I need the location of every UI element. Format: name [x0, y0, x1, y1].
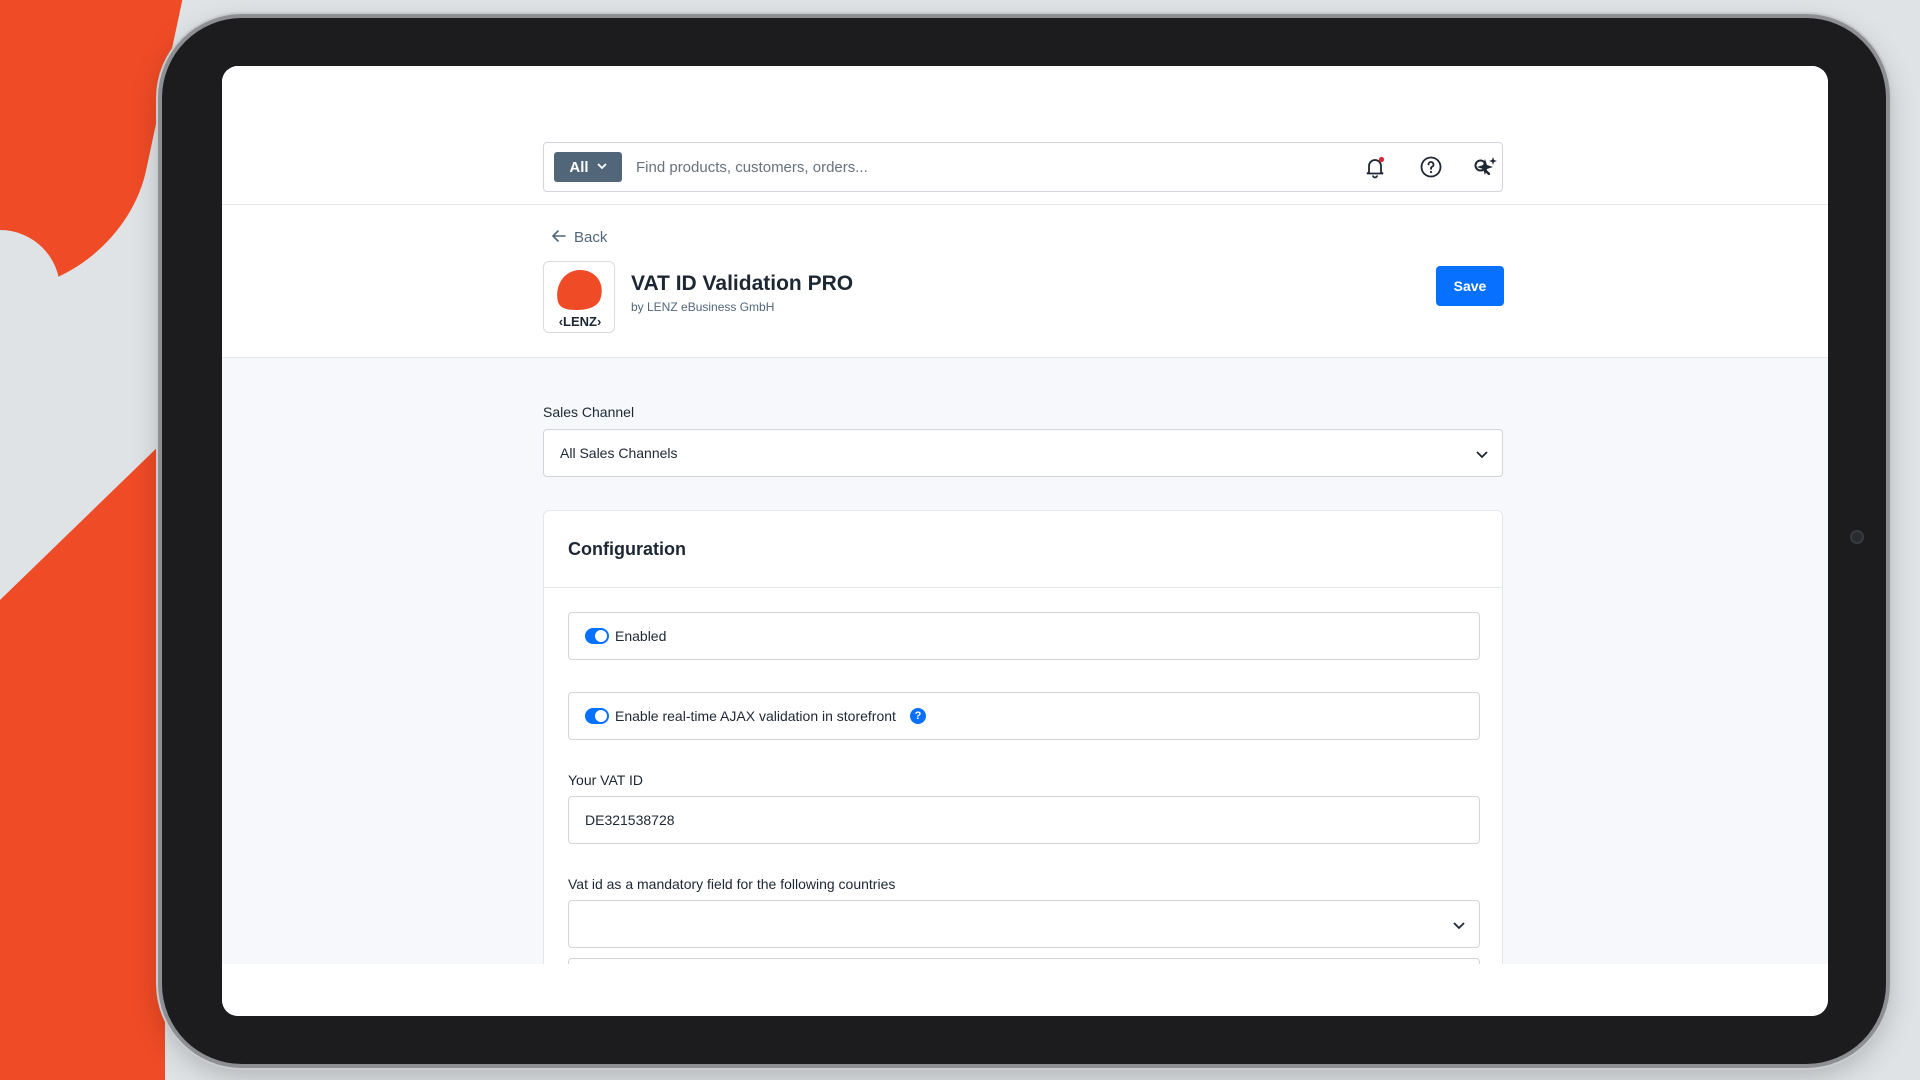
ajax-validation-label: Enable real-time AJAX validation in stor…: [615, 708, 896, 724]
back-label: Back: [574, 229, 608, 246]
mandatory-countries-label: Vat id as a mandatory field for the foll…: [568, 876, 896, 892]
search-scope-dropdown[interactable]: All: [554, 152, 622, 182]
chevron-down-icon: [1453, 917, 1465, 933]
back-link[interactable]: Back: [552, 229, 607, 246]
app-header: Back ‹LENZ› VAT ID Validation PRO by LEN…: [222, 205, 1828, 358]
configuration-card: Configuration Enabled Enable real-time A…: [543, 510, 1503, 988]
arrow-left-icon: [552, 229, 566, 246]
tablet-camera: [1850, 530, 1864, 544]
global-search: All: [543, 142, 1503, 192]
search-scope-label: All: [569, 158, 589, 176]
help-tooltip-icon[interactable]: ?: [909, 708, 926, 724]
tablet-screen: All Find products, customers, orders... …: [222, 66, 1828, 1016]
sales-channel-value: All Sales Channels: [560, 445, 678, 461]
mandatory-countries-select[interactable]: [568, 900, 1480, 948]
enabled-toggle[interactable]: [585, 628, 609, 644]
app-title: VAT ID Validation PRO: [631, 272, 854, 295]
sales-channel-label: Sales Channel: [543, 404, 635, 420]
app-logo-wordmark: ‹LENZ›: [559, 314, 602, 329]
help-icon[interactable]: [1416, 152, 1446, 182]
save-button[interactable]: Save: [1436, 266, 1504, 306]
enabled-label: Enabled: [615, 628, 667, 644]
enabled-row: Enabled: [568, 612, 1480, 660]
app-logo: ‹LENZ›: [543, 261, 615, 333]
divider: [544, 587, 1502, 588]
app-vendor: by LENZ eBusiness GmbH: [631, 300, 775, 314]
sparkle-icon[interactable]: [1472, 152, 1502, 182]
chevron-down-icon: [596, 162, 607, 173]
main-content: Sales Channel All Sales Channels Configu…: [222, 358, 1828, 988]
bottom-bar: [222, 964, 1828, 1016]
sales-channel-select[interactable]: All Sales Channels: [543, 429, 1503, 477]
vat-id-field[interactable]: [568, 796, 1480, 844]
ajax-validation-toggle[interactable]: [585, 708, 609, 724]
bell-icon[interactable]: [1360, 152, 1390, 182]
search-input[interactable]: [622, 143, 1462, 191]
top-bar: All: [222, 66, 1828, 205]
configuration-title: Configuration: [568, 539, 686, 559]
ajax-validation-row: Enable real-time AJAX validation in stor…: [568, 692, 1480, 740]
chevron-down-icon: [1476, 446, 1488, 462]
decorative-orange-shape-bottom: [0, 440, 165, 1080]
vat-id-label: Your VAT ID: [568, 772, 643, 788]
